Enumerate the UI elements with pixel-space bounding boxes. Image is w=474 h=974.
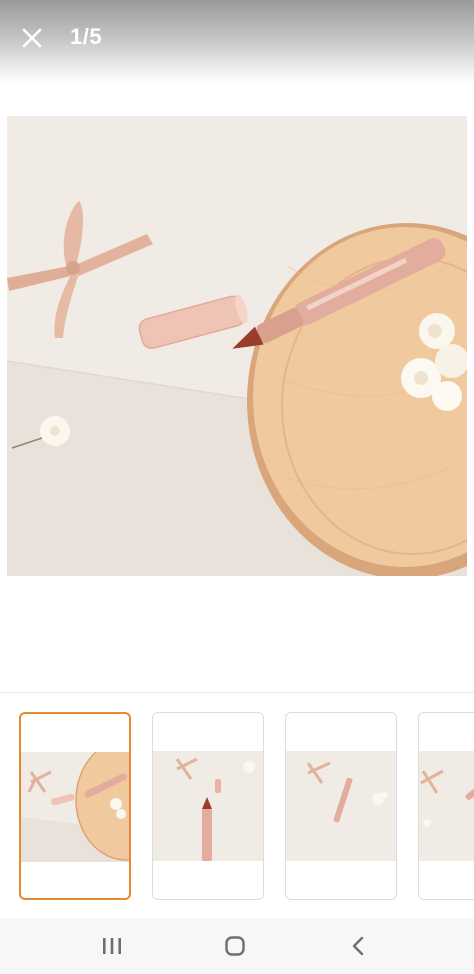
home-button[interactable]: [211, 928, 259, 964]
thumbnail-3[interactable]: [285, 712, 397, 900]
back-icon: [352, 936, 364, 956]
image-counter: 1/5: [70, 24, 103, 49]
top-bar: 1/5: [0, 0, 474, 84]
close-icon: [22, 28, 42, 48]
recents-icon: [103, 938, 121, 954]
thumbnail-1[interactable]: [19, 712, 131, 900]
thumbnail-strip[interactable]: [0, 692, 474, 918]
back-button[interactable]: [334, 928, 382, 964]
thumbnail-4[interactable]: [418, 712, 474, 900]
close-button[interactable]: [14, 20, 50, 56]
thumbnail-2[interactable]: [152, 712, 264, 900]
main-product-image[interactable]: [7, 116, 467, 576]
home-icon: [225, 936, 245, 956]
system-nav-bar: [0, 918, 474, 974]
recents-button[interactable]: [88, 928, 136, 964]
